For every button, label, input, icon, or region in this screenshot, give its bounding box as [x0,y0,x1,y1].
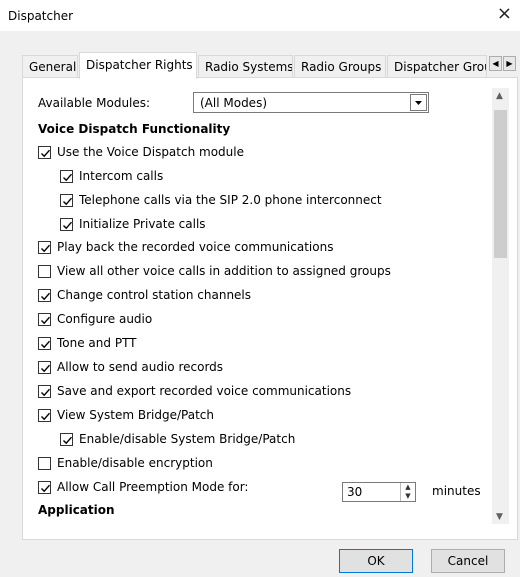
tab-label: Dispatcher Rights [86,58,193,72]
checkbox[interactable] [60,433,73,446]
tab-strip: General Dispatcher Rights Radio Systems … [0,52,520,79]
checkmark-icon [41,364,51,373]
checkbox[interactable] [38,265,51,278]
checkbox-label[interactable]: Play back the recorded voice communicati… [57,240,333,254]
checkbox[interactable] [38,385,51,398]
checkbox-label[interactable]: Allow to send audio records [57,360,223,374]
checkbox[interactable] [38,313,51,326]
checkmark-icon [41,292,51,301]
checkmark-icon [41,388,51,397]
checkbox-label[interactable]: Use the Voice Dispatch module [57,145,244,159]
checkbox[interactable] [38,409,51,422]
ok-button[interactable]: OK [339,549,413,573]
checkbox-label[interactable]: Intercom calls [79,169,163,183]
spin-up-icon[interactable]: ▲ [401,483,415,492]
checkmark-icon [41,340,51,349]
checkbox-label[interactable]: Enable/disable System Bridge/Patch [79,432,295,446]
preemption-minutes-value: 30 [347,485,363,499]
spinner-buttons: ▲ ▼ [400,483,415,501]
checkmark-icon [63,173,73,182]
checkmark-icon [41,316,51,325]
checkbox-label[interactable]: Telephone calls via the SIP 2.0 phone in… [79,193,382,207]
checkbox-label[interactable]: Save and export recorded voice communica… [57,384,351,398]
checkmark-icon [63,197,73,206]
section-voice-dispatch: Voice Dispatch Functionality [38,122,231,136]
checkmark-icon [41,484,51,493]
scroll-down-icon[interactable]: ▼ [496,512,503,522]
tab-radio-groups[interactable]: Radio Groups [294,55,386,77]
close-icon[interactable]: × [497,5,512,23]
panel-scrollbar[interactable]: ▲ ▼ [492,88,509,524]
modules-label: Available Modules: [38,96,151,110]
checkbox[interactable] [38,289,51,302]
modules-select-value: (All Modes) [200,96,268,110]
tab-scroll-left-icon[interactable]: ◀ [489,56,502,71]
checkbox-label[interactable]: Allow Call Preemption Mode for: [57,480,248,494]
tab-dispatcher-rights[interactable]: Dispatcher Rights [79,52,197,79]
tab-general[interactable]: General [22,55,78,77]
checkbox[interactable] [38,241,51,254]
checkbox[interactable] [60,170,73,183]
tab-radio-systems[interactable]: Radio Systems [198,55,293,77]
checkbox-label[interactable]: Enable/disable encryption [57,456,213,470]
checkbox-label[interactable]: View System Bridge/Patch [57,408,214,422]
checkmark-icon [63,436,73,445]
checkmark-icon [41,412,51,421]
cancel-button[interactable]: Cancel [431,549,505,573]
tab-scroll-right-icon[interactable]: ▶ [503,56,516,71]
modules-select[interactable]: (All Modes) [193,92,429,113]
tab-label: Radio Systems [205,60,293,74]
window-title: Dispatcher [8,9,74,23]
checkmark-icon [41,244,51,253]
title-bar: Dispatcher × [0,0,520,31]
checkbox[interactable] [38,337,51,350]
tab-label: Radio Groups [301,60,382,74]
checkbox-label[interactable]: Tone and PTT [57,336,137,350]
scrollbar-thumb[interactable] [494,110,507,258]
preemption-unit-label: minutes [432,484,481,498]
tab-label: Dispatcher Grou [394,60,487,74]
tab-label: General [29,60,77,74]
spin-down-icon[interactable]: ▼ [401,492,415,501]
section-application: Application [38,503,115,517]
checkbox-label[interactable]: View all other voice calls in addition t… [57,264,391,278]
preemption-minutes-spinner[interactable]: 30 ▲ ▼ [342,482,416,502]
checkbox[interactable] [38,457,51,470]
checkbox[interactable] [60,218,73,231]
checkmark-icon [63,221,73,230]
checkbox-label[interactable]: Initialize Private calls [79,217,206,231]
checkbox[interactable] [38,146,51,159]
checkbox-label[interactable]: Change control station channels [57,288,251,302]
checkbox[interactable] [38,361,51,374]
checkbox[interactable] [38,481,51,494]
chevron-down-icon[interactable] [410,94,427,111]
checkbox[interactable] [60,194,73,207]
checkbox-label[interactable]: Configure audio [57,312,152,326]
tab-dispatcher-groups[interactable]: Dispatcher Grou [387,55,487,77]
scroll-up-icon[interactable]: ▲ [496,91,503,101]
checkmark-icon [41,149,51,158]
